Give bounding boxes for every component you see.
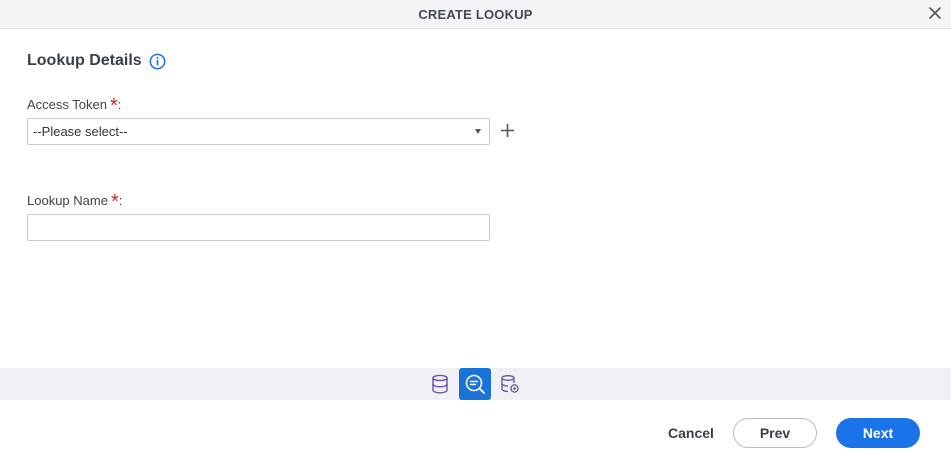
lookup-name-input[interactable]	[27, 214, 490, 241]
lookup-name-label-text: Lookup Name	[27, 193, 108, 208]
required-marker: *	[110, 191, 119, 213]
label-colon: :	[117, 97, 122, 112]
label-colon: :	[118, 193, 123, 208]
database-settings-icon	[501, 375, 519, 393]
dialog-titlebar: CREATE LOOKUP	[0, 0, 951, 29]
step-database[interactable]	[424, 368, 456, 400]
cancel-button[interactable]: Cancel	[660, 418, 722, 448]
access-token-select[interactable]: --Please select--	[27, 118, 490, 145]
close-icon[interactable]	[927, 5, 943, 21]
access-token-label: Access Token *:	[27, 92, 122, 117]
access-token-label-text: Access Token	[27, 97, 107, 112]
required-marker: *	[109, 95, 118, 117]
access-token-selected-value: --Please select--	[33, 124, 128, 139]
step-database-settings[interactable]	[494, 368, 526, 400]
chevron-down-icon	[475, 129, 481, 134]
database-icon	[432, 374, 448, 394]
wizard-step-bar	[0, 368, 951, 400]
create-lookup-dialog: CREATE LOOKUP Lookup Details Access Toke…	[0, 0, 951, 454]
next-button[interactable]: Next	[836, 418, 920, 448]
add-access-token-icon[interactable]	[499, 122, 516, 139]
dialog-title: CREATE LOOKUP	[418, 7, 533, 22]
section-title: Lookup Details	[27, 52, 166, 70]
lookup-name-label: Lookup Name *:	[27, 188, 123, 213]
info-icon[interactable]	[149, 53, 166, 70]
step-lookup[interactable]	[459, 368, 491, 400]
lookup-search-icon	[465, 374, 485, 394]
prev-button[interactable]: Prev	[733, 418, 817, 448]
section-title-text: Lookup Details	[27, 52, 142, 69]
